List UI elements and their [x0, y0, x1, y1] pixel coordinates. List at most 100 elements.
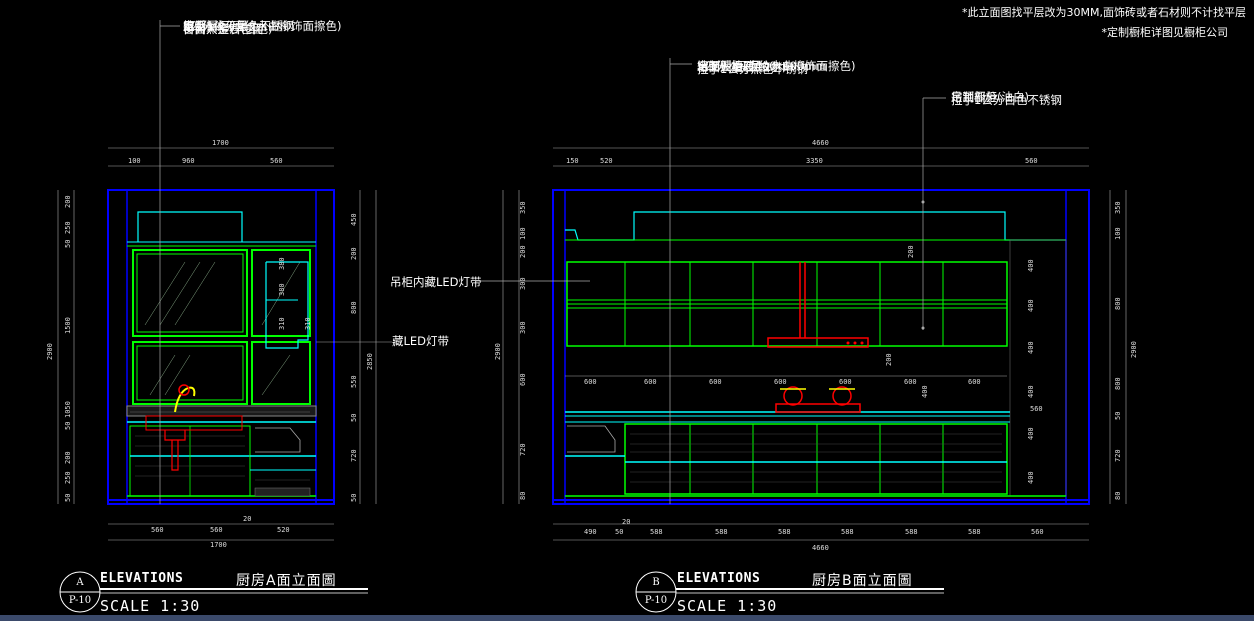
elevation-a-label: ELEVATIONS [100, 571, 184, 586]
dim-a-left-2: 50 [64, 239, 72, 248]
dim-b-bottom-0: 490 [584, 528, 597, 536]
dim-b-mid-1: 600 [644, 378, 657, 386]
elevation-b-title: 厨房B面立面圖 [812, 573, 913, 589]
dim-b-mid-4: 600 [839, 378, 852, 386]
dim-b-left-0: 350 [519, 201, 527, 214]
dim-a-top-part-1: 960 [182, 157, 195, 165]
dim-b-mid-0: 600 [584, 378, 597, 386]
dim-a-top-part-0: 100 [128, 157, 141, 165]
dim-b-mid-5: 600 [904, 378, 917, 386]
dim-b-inner-9: 400 [921, 385, 929, 398]
leader-b-4: 5公分找平层 [697, 59, 762, 73]
dim-a-left-4: 1050 [64, 401, 72, 418]
dim-b-inner-3: 400 [1027, 299, 1035, 312]
callout-led-strip-1: 吊柜内藏LED灯带 [390, 275, 482, 289]
dim-b-inner-0: 200 [907, 245, 915, 258]
tag-b-sheet: P-10 [644, 595, 668, 606]
dim-a-left-total: 2900 [46, 343, 54, 360]
tag-b-letter: B [652, 577, 660, 588]
dim-b-left-5: 600 [519, 373, 527, 386]
dim-b-bottom-1: 50 [615, 528, 624, 536]
dim-b-mid-6: 600 [968, 378, 981, 386]
dim-a-right-total: 2850 [366, 353, 374, 370]
dim-b-bottom-5: 588 [841, 528, 854, 536]
dim-a-right-5: 720 [350, 449, 358, 462]
dim-a-bottom-total: 1700 [210, 541, 227, 549]
dim-a-top-part-2: 560 [270, 157, 283, 165]
dim-b-right-2: 800 [1114, 297, 1122, 310]
dim-b-inner-7: 400 [1027, 471, 1035, 484]
elevation-b-scale: SCALE 1:30 [677, 597, 778, 615]
dim-b-top-part-1: 520 [600, 157, 613, 165]
dim-a-right-4: 50 [350, 413, 358, 422]
dim-b-inner-4: 400 [1027, 341, 1035, 354]
dim-b-bottom-6: 588 [905, 528, 918, 536]
dim-a-right-3: 550 [350, 375, 358, 388]
dim-b-bottom-total: 4660 [812, 544, 829, 552]
drawing-canvas [0, 20, 1254, 621]
dim-b-left-3: 300 [519, 277, 527, 290]
dim-b-top-part-2: 3350 [806, 157, 823, 165]
elevation-a-drawing [57, 20, 392, 541]
dim-b-right-5: 720 [1114, 449, 1122, 462]
dim-a-left-0: 200 [64, 195, 72, 208]
dim-b-right-3: 800 [1114, 377, 1122, 390]
elevation-b-label: ELEVATIONS [677, 571, 761, 586]
dim-b-inner-1: 200 [885, 353, 893, 366]
dim-a-inner-2: 310 [278, 317, 286, 330]
dim-b-top-total: 4660 [812, 139, 829, 147]
dim-b-bottom-small: 20 [622, 518, 631, 526]
dim-a-bottom-part-0: 560 [151, 526, 164, 534]
dim-b-inner-6: 400 [1027, 427, 1035, 440]
dim-a-inner-3: 310 [304, 317, 312, 330]
dim-b-left-1: 100 [519, 227, 527, 240]
tag-a-letter: A [76, 577, 84, 588]
dim-a-left-1: 250 [64, 221, 72, 234]
dim-a-left-6: 200 [64, 451, 72, 464]
dim-b-right-4: 50 [1114, 411, 1122, 420]
dim-a-bottom-part-1: 560 [210, 526, 223, 534]
dim-a-right-1: 200 [350, 247, 358, 260]
status-strip [0, 615, 1254, 621]
dim-a-left-5: 50 [64, 421, 72, 430]
dim-b-left-7: 80 [519, 491, 527, 500]
dim-b-inner-2: 400 [1027, 259, 1035, 272]
dim-a-right-2: 800 [350, 301, 358, 314]
dim-a-top-total: 1700 [212, 139, 229, 147]
dim-b-bottom-2: 588 [650, 528, 663, 536]
dim-a-inner-1: 380 [278, 283, 286, 296]
dim-a-right-6: 50 [350, 493, 358, 502]
dim-b-top-part-3: 560 [1025, 157, 1038, 165]
dim-b-bottom-3: 588 [715, 528, 728, 536]
dim-b-left-6: 720 [519, 443, 527, 456]
leader-a-5: 5公分找平层 [183, 19, 248, 33]
dim-b-left-total: 2900 [494, 343, 502, 360]
note-line-2: *定制橱柜详图见橱柜公司 [1101, 26, 1229, 39]
dim-b-inner-8: 560 [1030, 405, 1043, 413]
dim-a-left-8: 50 [64, 493, 72, 502]
dim-b-inner-5: 400 [1027, 385, 1035, 398]
note-line-1: *此立面图找平层改为30MM,面饰砖或者石材则不计找平层 [962, 6, 1246, 19]
dim-b-bottom-8: 560 [1031, 528, 1044, 536]
dim-a-right-0: 450 [350, 213, 358, 226]
dim-a-bottom-part-2: 520 [277, 526, 290, 534]
dim-a-left-7: 250 [64, 471, 72, 484]
dim-b-mid-3: 600 [774, 378, 787, 386]
elevation-a-scale: SCALE 1:30 [100, 597, 201, 615]
dim-b-bottom-7: 588 [968, 528, 981, 536]
callout-led-strip-2: 藏LED灯带 [392, 334, 450, 348]
dim-a-bottom-small: 20 [243, 515, 252, 523]
dim-a-left-3: 1500 [64, 317, 72, 334]
dim-b-left-4: 300 [519, 321, 527, 334]
dim-b-left-2: 200 [519, 245, 527, 258]
dim-b-right-6: 80 [1114, 491, 1122, 500]
dim-b-right-total: 2900 [1130, 341, 1138, 358]
dim-b-mid-2: 600 [709, 378, 722, 386]
leader-b-right-2: 定制橱柜(油白) [951, 90, 1029, 104]
dim-b-right-0: 350 [1114, 201, 1122, 214]
elevation-a-title: 厨房A面立面圖 [236, 573, 337, 589]
dim-b-top-part-0: 150 [566, 157, 579, 165]
dim-b-right-1: 100 [1114, 227, 1122, 240]
dim-b-bottom-4: 588 [778, 528, 791, 536]
dim-a-inner-0: 380 [278, 257, 286, 270]
